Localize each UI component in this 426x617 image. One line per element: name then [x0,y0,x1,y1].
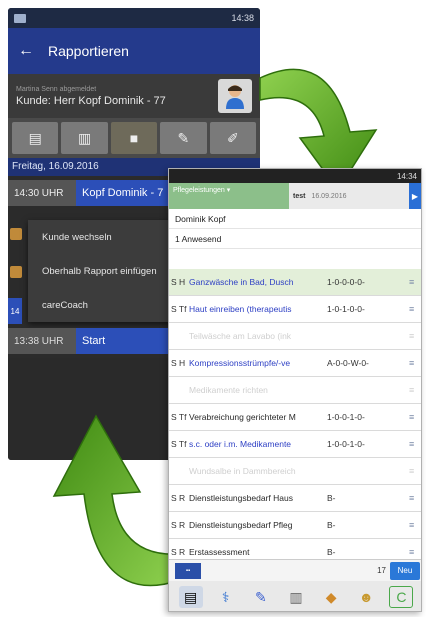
menu-item-kunde-wechseln[interactable]: Kunde wechseln [28,220,188,254]
service-row[interactable]: S R Dienstleistungsbedarf Pfleg B- ≡ [169,512,421,539]
phone-screen-pflegeleistungen: 14:34 Pflegeleistungen ▾ test 16.09.2016… [168,168,422,612]
start-time: 13:38 UHR [8,328,76,354]
pills-icon[interactable]: ◆ [319,586,343,608]
service-name: Wundsalbe in Dammbereich [189,466,296,476]
page-title: Rapportieren [48,43,129,59]
back-arrow-icon[interactable]: ← [18,42,34,60]
drag-handle-icon[interactable]: ≡ [409,439,421,449]
header-title: test [293,192,306,200]
service-list: S H Ganzwäsche in Bad, Dusch 1-0-0-0-0- ≡ S … [169,269,421,566]
service-name: Haut einreiben (therapeutis [189,304,292,314]
drag-handle-icon[interactable]: ≡ [409,493,421,503]
service-pattern: 1-0-0-0-0- [327,277,365,287]
service-row[interactable]: Wundsalbe in Dammbereich ≡ [169,458,421,485]
service-name: Dienstleistungsbedarf Pfleg [189,520,293,530]
status-time: 14:34 [396,171,417,181]
service-name: s.c. oder i.m. Medikamente [189,439,292,449]
icon-toolbar: ▤ ⚕ ✎ ▥ ◆ ☻ C [169,581,421,611]
service-pattern: B- [327,547,336,557]
service-pattern: B- [327,493,336,503]
syringe-icon[interactable]: ✎ [249,586,273,608]
service-code: S R [171,520,186,530]
service-row[interactable]: Teilwäsche am Lavabo (ink ≡ [169,323,421,350]
service-code: S R [171,493,186,503]
service-row[interactable]: S Tf s.c. oder i.m. Medikamente 1-0-0-1-0-… [169,431,421,458]
drag-handle-icon[interactable]: ≡ [409,385,421,395]
service-name: Ganzwäsche in Bad, Dusch [189,277,294,287]
service-name: Medikamente richten [189,385,268,395]
drag-handle-icon[interactable]: ≡ [409,520,421,530]
task-icon [10,266,22,278]
pen-icon[interactable]: ✎ [160,122,207,154]
service-name: Kompressionsstrümpfe/-ve [189,358,291,368]
service-row[interactable]: Medikamente richten ≡ [169,377,421,404]
top-bar: Pflegeleistungen ▾ test 16.09.2016 ▶ [169,183,421,209]
carecoach-icon[interactable]: C [389,586,414,608]
header-info: test 16.09.2016 [289,193,409,200]
status-time: 14:38 [231,13,254,23]
drag-handle-icon[interactable]: ≡ [409,547,421,557]
people-icon[interactable]: ☻ [354,586,378,608]
box-icon[interactable]: ■ [110,122,158,154]
service-pattern: A-0-0-W-0- [327,358,369,368]
menu-item-carecoach[interactable]: careCoach [28,288,188,322]
list-icon[interactable]: ▥ [61,122,108,154]
present-count: 1 Anwesend [169,229,421,249]
patient-name: Dominik Kopf [169,209,421,229]
service-name: Erstassessment [189,547,250,557]
notification-icon [14,13,26,23]
next-arrow-icon[interactable]: ▶ [409,183,421,209]
item-count: 17 [377,566,386,575]
printer-icon[interactable]: ▥ [284,586,308,608]
drag-handle-icon[interactable]: ≡ [409,412,421,422]
service-pattern: 1-0-0-1-0- [327,412,365,422]
task-icon [10,228,22,240]
service-name: Dienstleistungsbedarf Haus [189,493,293,503]
customer-label: Kunde: Herr Kopf Dominik - 77 [16,94,166,107]
category-dropdown[interactable]: Pflegeleistungen ▾ [169,183,289,209]
menu-item-oberhalb-einfuegen[interactable]: Oberhalb Rapport einfügen [28,254,188,288]
service-pattern: B- [327,520,336,530]
service-name: Teilwäsche am Lavabo (ink [189,331,292,341]
logo-icon: ▪▪ [175,562,201,579]
drag-handle-icon[interactable]: ≡ [409,277,421,287]
drag-handle-icon[interactable]: ≡ [409,466,421,476]
service-row[interactable]: S H Kompressionsstrümpfe/-ve A-0-0-W-0- ≡ [169,350,421,377]
nurse-icon [226,85,244,109]
service-pattern: 1-0-1-0-0- [327,304,365,314]
drag-handle-icon[interactable]: ≡ [409,304,421,314]
service-row[interactable]: S H Ganzwäsche in Bad, Dusch 1-0-0-0-0- ≡ [169,269,421,296]
context-menu: Kunde wechseln Oberhalb Rapport einfügen… [28,220,188,322]
customer-subtitle: Martina Senn abgemeldet [16,85,97,93]
customer-info: Martina Senn abgemeldet Kunde: Herr Kopf… [16,86,218,107]
new-button[interactable]: Neu [390,561,420,580]
appointment-time: 14:30 UHR [8,180,76,206]
service-code: S H [171,277,186,287]
service-code: S Tf [171,439,187,449]
service-code: S Tf [171,412,187,422]
service-row[interactable]: S Tf Haut einreiben (therapeutis 1-0-1-0-0… [169,296,421,323]
action-toolbar: ▤ ▥ ■ ✎ ✐ [8,118,260,158]
drag-handle-icon[interactable]: ≡ [409,358,421,368]
header-date: 16.09.2016 [311,192,347,200]
documents-icon[interactable]: ▤ [178,586,203,608]
customer-bar[interactable]: Martina Senn abgemeldet Kunde: Herr Kopf… [8,74,260,118]
service-name: Verabreichung gerichteter M [189,412,296,422]
drag-handle-icon[interactable]: ≡ [409,331,421,341]
service-pattern: 1-0-0-1-0- [327,439,365,449]
app-bar: ← Rapportieren [8,28,260,74]
side-tag: 14 [8,298,22,324]
service-row[interactable]: S Tf Verabreichung gerichteter M 1-0-0-1-0… [169,404,421,431]
service-code: S R [171,547,186,557]
avatar[interactable] [218,79,252,113]
service-code: S Tf [171,304,187,314]
service-code: S H [171,358,186,368]
stethoscope-icon[interactable]: ⚕ [214,586,238,608]
document-icon[interactable]: ▤ [12,122,59,154]
bottom-bar: ▪▪ 17 Neu [169,559,421,581]
status-bar: 14:38 [8,8,260,28]
status-bar: 14:34 [169,169,421,183]
service-row[interactable]: S R Dienstleistungsbedarf Haus B- ≡ [169,485,421,512]
